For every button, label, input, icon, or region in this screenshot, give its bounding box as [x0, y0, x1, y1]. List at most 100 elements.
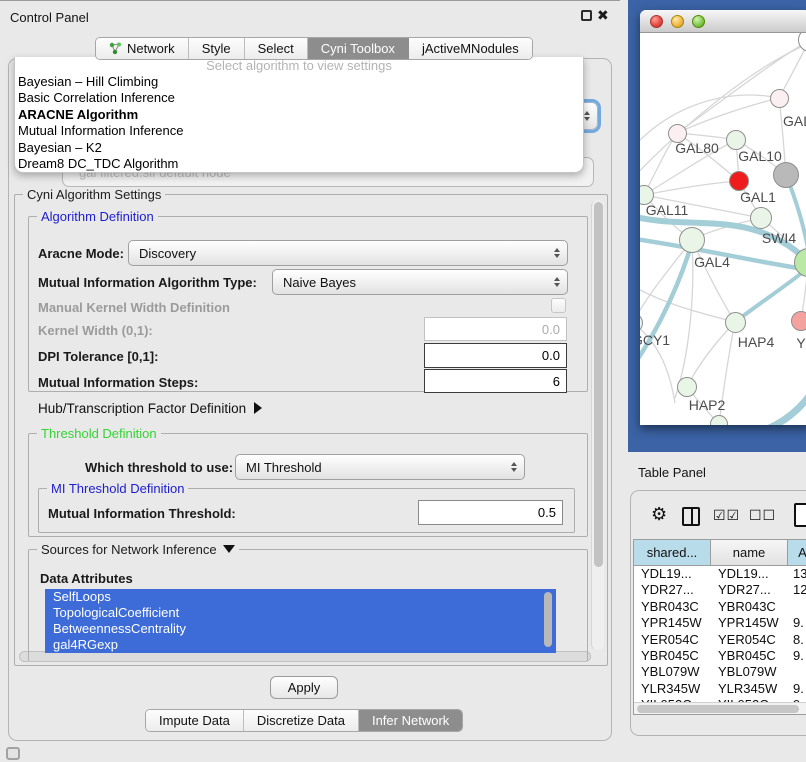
- cell: YPR145W: [711, 615, 788, 631]
- popup-item-selected[interactable]: ARACNE Algorithm: [15, 107, 583, 123]
- network-node-label: GAL1: [740, 189, 776, 205]
- network-node-y[interactable]: [791, 311, 806, 331]
- cell: YBL079W: [634, 664, 711, 680]
- gear-icon[interactable]: ⚙: [651, 504, 667, 525]
- attribute-item-selected[interactable]: BetweennessCentrality: [45, 621, 556, 637]
- scrollbar-thumb[interactable]: [594, 202, 603, 567]
- checked-boxes-icon[interactable]: ☑☑: [713, 507, 740, 524]
- tab-style[interactable]: Style: [189, 38, 245, 59]
- which-threshold-combo[interactable]: MI Threshold: [235, 454, 525, 480]
- aracne-mode-combo[interactable]: Discovery: [128, 240, 568, 266]
- table-horizontal-scrollbar[interactable]: [634, 702, 806, 714]
- apply-button[interactable]: Apply: [270, 676, 338, 699]
- sources-group-title[interactable]: Sources for Network Inference: [37, 542, 239, 557]
- column-header-partial[interactable]: A: [788, 540, 806, 565]
- network-node-label: GAL11: [646, 202, 689, 218]
- table-row[interactable]: YBR043CYBR043C: [634, 599, 806, 615]
- network-node-hap2[interactable]: [677, 377, 697, 397]
- column-header-shared-name[interactable]: shared...: [634, 540, 711, 565]
- network-node-gcy1[interactable]: [640, 313, 643, 333]
- zoom-traffic-light-icon[interactable]: [692, 15, 705, 28]
- collapsed-panel-icon[interactable]: [6, 747, 20, 760]
- close-icon[interactable]: ✖: [597, 7, 609, 24]
- tab-jactivemnodules[interactable]: jActiveMNodules: [409, 38, 532, 59]
- network-node-gal[interactable]: [770, 89, 789, 108]
- network-node-gal4[interactable]: [679, 227, 705, 253]
- popup-item[interactable]: Basic Correlation Inference: [15, 90, 583, 106]
- popup-item[interactable]: Bayesian – K2: [15, 140, 583, 156]
- tab-impute-data[interactable]: Impute Data: [146, 710, 244, 731]
- cell: YBR043C: [711, 599, 788, 615]
- hub-definition-label: Hub/Transcription Factor Definition: [38, 401, 246, 416]
- popup-item[interactable]: Dream8 DC_TDC Algorithm: [15, 156, 583, 172]
- cell: 9.: [788, 615, 806, 631]
- algorithm-definition-title: Algorithm Definition: [37, 209, 158, 224]
- cell: 13: [788, 566, 806, 582]
- table-panel: ⚙ ☑☑ ☐☐ shared... name A YDL19...YDL19..…: [630, 490, 806, 736]
- table-row[interactable]: YPR145WYPR145W9.: [634, 615, 806, 631]
- network-canvas[interactable]: GALGAL80GAL10GAL1GAL11SWI4GAL4GCY1HAP4YH…: [640, 33, 806, 425]
- close-traffic-light-icon[interactable]: [650, 15, 663, 28]
- tab-network[interactable]: Network: [96, 38, 189, 59]
- kernel-width-label: Kernel Width (0,1):: [38, 323, 153, 338]
- manual-kernel-label: Manual Kernel Width Definition: [38, 300, 230, 315]
- cell: YDR27...: [711, 582, 788, 598]
- dpi-tolerance-field[interactable]: 0.0: [424, 343, 567, 368]
- tab-cyni-toolbox[interactable]: Cyni Toolbox: [308, 38, 409, 59]
- network-view-window[interactable]: GALGAL80GAL10GAL1GAL11SWI4GAL4GCY1HAP4YH…: [640, 10, 806, 425]
- table-header-row: shared... name A: [634, 540, 806, 566]
- tab-label: Network: [127, 41, 175, 56]
- mi-threshold-field[interactable]: 0.5: [418, 500, 563, 525]
- network-node-hap4[interactable]: [725, 312, 746, 333]
- hub-definition-toggle[interactable]: Hub/Transcription Factor Definition: [38, 401, 262, 416]
- table-row[interactable]: YBR045CYBR045C9.: [634, 648, 806, 664]
- tab-label: Cyni Toolbox: [321, 41, 395, 56]
- page-icon[interactable]: [794, 503, 806, 527]
- cell: YDL19...: [634, 566, 711, 582]
- table-row[interactable]: YLR345WYLR345W9.: [634, 681, 806, 697]
- network-window-titlebar[interactable]: [640, 10, 806, 33]
- collapse-down-icon: [223, 545, 235, 553]
- settings-vertical-scrollbar[interactable]: [591, 200, 604, 650]
- table-row[interactable]: YER054CYER054C8.: [634, 632, 806, 648]
- table-row[interactable]: YDR27...YDR27...12: [634, 582, 806, 598]
- which-threshold-value: MI Threshold: [246, 460, 322, 475]
- tab-select[interactable]: Select: [245, 38, 308, 59]
- network-desktop: GALGAL80GAL10GAL1GAL11SWI4GAL4GCY1HAP4YH…: [628, 0, 806, 452]
- network-node[interactable]: [710, 415, 728, 425]
- expand-right-icon: [254, 402, 262, 414]
- float-window-icon[interactable]: [581, 10, 592, 21]
- table-row[interactable]: YDL19...YDL19...13: [634, 566, 806, 582]
- network-node[interactable]: [729, 171, 749, 191]
- popup-item[interactable]: Bayesian – Hill Climbing: [15, 74, 583, 90]
- minimize-traffic-light-icon[interactable]: [671, 15, 684, 28]
- network-node-gal1[interactable]: [750, 207, 772, 229]
- table-row[interactable]: YBL079WYBL079W: [634, 664, 806, 680]
- column-header-name[interactable]: name: [711, 540, 788, 565]
- manual-kernel-checkbox[interactable]: [551, 298, 566, 313]
- attribute-list-scrollbar[interactable]: [544, 592, 552, 647]
- mi-steps-field[interactable]: 6: [424, 369, 567, 393]
- tab-infer-network[interactable]: Infer Network: [359, 710, 462, 731]
- data-attributes-label: Data Attributes: [40, 571, 133, 586]
- algorithm-dropdown-popup: Select algorithm to view settings Bayesi…: [14, 57, 584, 173]
- attribute-item-selected[interactable]: SelfLoops: [45, 589, 556, 605]
- control-panel-tabbar: Network Style Select Cyni Toolbox jActiv…: [95, 37, 533, 60]
- network-node[interactable]: [798, 33, 806, 52]
- cell: [788, 599, 806, 615]
- mi-type-combo[interactable]: Naive Bayes: [272, 269, 568, 295]
- tab-discretize-data[interactable]: Discretize Data: [244, 710, 359, 731]
- attribute-item-selected[interactable]: gal4RGexp: [45, 637, 556, 653]
- network-node-gal10[interactable]: [726, 130, 746, 150]
- network-node-swi4[interactable]: [794, 248, 806, 277]
- split-columns-icon[interactable]: [682, 507, 700, 526]
- unchecked-boxes-icon[interactable]: ☐☐: [749, 507, 776, 524]
- scrollbar-thumb[interactable]: [637, 705, 799, 713]
- attribute-item-selected[interactable]: TopologicalCoefficient: [45, 605, 556, 621]
- tab-label: Infer Network: [372, 713, 449, 728]
- popup-item[interactable]: Mutual Information Inference: [15, 123, 583, 139]
- network-node[interactable]: [773, 162, 799, 188]
- cell: 9.: [788, 648, 806, 664]
- network-node-label: GCY1: [640, 332, 670, 348]
- kernel-width-field[interactable]: 0.0: [424, 317, 567, 341]
